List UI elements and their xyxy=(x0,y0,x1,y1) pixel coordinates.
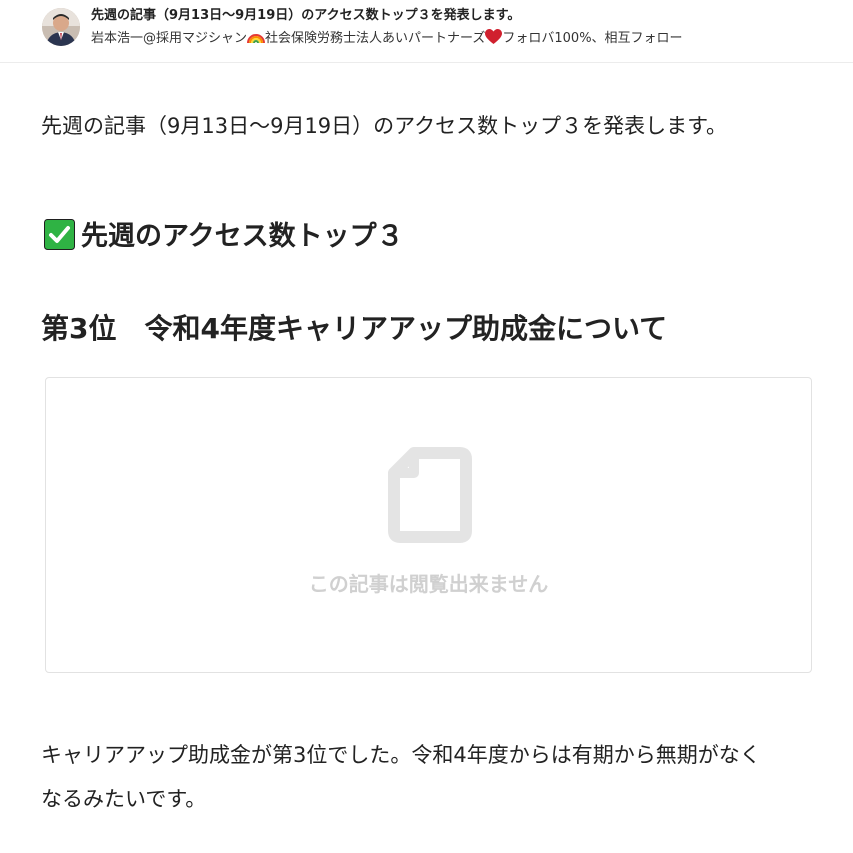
section-heading: 先週のアクセス数トップ３ xyxy=(44,216,404,258)
section-heading-text: 先週のアクセス数トップ３ xyxy=(81,221,404,252)
author-name-part3: フォロバ100%、相互フォロー xyxy=(502,31,683,46)
author-name-part1: 岩本浩一@採用マジシャン xyxy=(91,31,248,46)
header-author-name[interactable]: 岩本浩一@採用マジシャン 社会保険労務士法人あいパートナーズ フォロバ100%、… xyxy=(91,29,841,52)
embed-unavailable-message: この記事は閲覧出来ません xyxy=(308,572,549,596)
article-body-paragraph: キャリアアップ助成金が第3位でした。令和4年度からは有期から無期がなく なるみた… xyxy=(41,733,821,821)
body-line-1: キャリアアップ助成金が第3位でした。令和4年度からは有期から無期がなく xyxy=(41,743,761,767)
body-line-2: なるみたいです。 xyxy=(41,787,207,811)
author-avatar[interactable] xyxy=(42,8,80,46)
document-icon xyxy=(388,447,472,543)
embedded-article-card[interactable]: この記事は閲覧出来ません xyxy=(45,377,812,673)
avatar-photo xyxy=(42,8,80,46)
heart-icon xyxy=(485,29,503,52)
article-header-bar: 先週の記事（9月13日〜9月19日）のアクセス数トップ３を発表します。 岩本浩一… xyxy=(0,0,853,63)
check-mark-icon xyxy=(44,219,75,250)
rainbow-icon xyxy=(247,29,266,52)
rank-heading: 第3位 令和4年度キャリアアップ助成金について xyxy=(41,312,668,345)
author-name-part2: 社会保険労務士法人あいパートナーズ xyxy=(265,31,486,46)
article-intro: 先週の記事（9月13日〜9月19日）のアクセス数トップ３を発表します。 xyxy=(41,114,728,138)
header-article-title[interactable]: 先週の記事（9月13日〜9月19日）のアクセス数トップ３を発表します。 xyxy=(91,6,841,26)
